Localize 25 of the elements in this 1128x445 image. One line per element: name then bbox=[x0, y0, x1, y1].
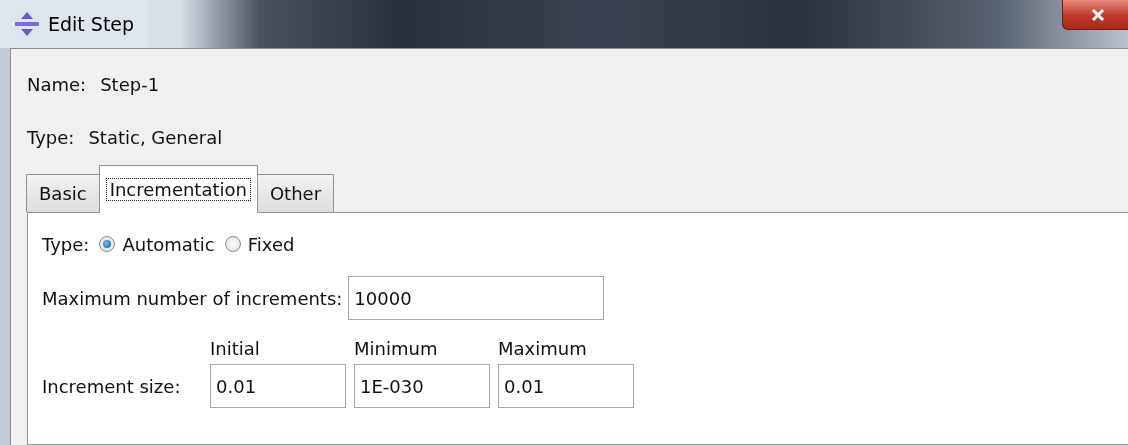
radio-button[interactable] bbox=[99, 236, 116, 252]
app-icon bbox=[14, 11, 40, 37]
input-field[interactable]: 0.01 bbox=[498, 364, 634, 408]
radio-button[interactable] bbox=[224, 236, 241, 252]
input-field[interactable]: 1E-030 bbox=[354, 364, 490, 408]
radio-option[interactable]: Fixed bbox=[224, 233, 295, 255]
field-label: Maximum number of increments: bbox=[42, 287, 343, 309]
close-icon bbox=[1090, 7, 1106, 22]
field-label: Increment size: bbox=[42, 375, 181, 397]
field-value: Step-1 bbox=[100, 73, 160, 95]
column-header: Initial bbox=[210, 337, 260, 359]
field-label: Name: bbox=[27, 73, 87, 95]
field-value: Static, General bbox=[88, 126, 223, 148]
tab[interactable]: Other bbox=[256, 174, 335, 212]
input-field[interactable]: 10000 bbox=[348, 276, 605, 320]
tab[interactable]: Incrementation bbox=[98, 165, 258, 213]
window-title: Edit Step bbox=[48, 13, 135, 35]
close-button[interactable] bbox=[1062, 0, 1128, 30]
input-field[interactable]: 0.01 bbox=[210, 364, 346, 408]
column-header: Maximum bbox=[498, 337, 587, 359]
radio-option[interactable]: Automatic bbox=[99, 233, 215, 255]
field-label: Type: bbox=[27, 126, 75, 148]
field-label: Type: bbox=[42, 233, 90, 255]
column-header: Minimum bbox=[354, 337, 438, 359]
tab[interactable]: Basic bbox=[26, 174, 100, 212]
